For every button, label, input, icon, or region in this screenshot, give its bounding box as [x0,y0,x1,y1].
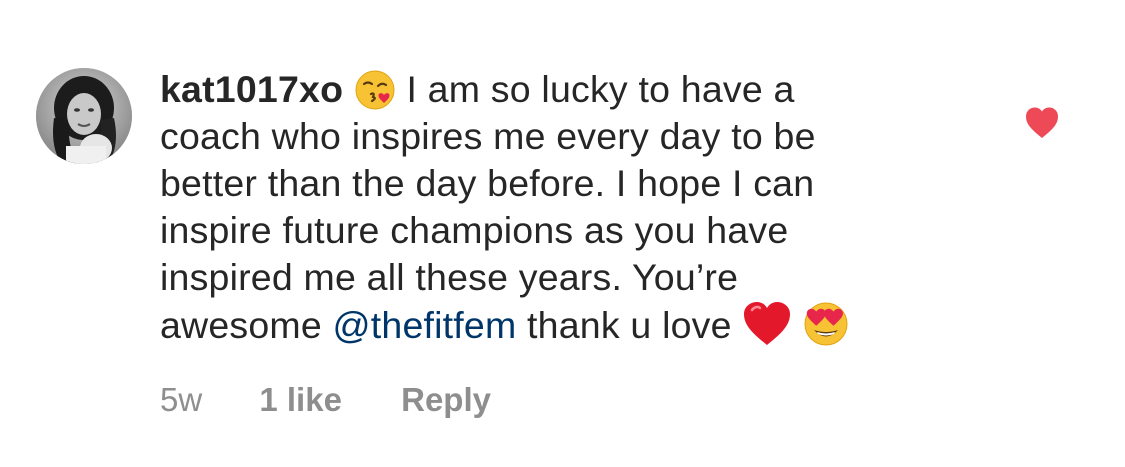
heart-eyes-icon [803,301,849,347]
comment-text: kat1017xo I am so lucky to have a coach … [160,66,990,349]
red-heart-icon [742,301,792,347]
comment-line-2: coach who inspires me every day to be [160,115,816,157]
heart-icon [1026,107,1058,138]
comment-meta: 5w 1 like Reply [160,380,491,420]
avatar[interactable] [36,68,132,164]
comment-text-segment: awesome [160,304,322,346]
comment-text-segment: thank u love [527,304,732,346]
comment: kat1017xo I am so lucky to have a coach … [0,0,1125,467]
comment-likes-count[interactable]: 1 like [259,380,342,420]
comment-line-5: inspired me all these years. You’re [160,256,739,298]
comment-line-1: kat1017xo I am so lucky to have a [160,66,990,113]
comment-line-4: inspire future champions as you have [160,209,789,251]
face-blowing-a-kiss-icon [354,69,396,111]
comment-line-3: better than the day before. I hope I can [160,162,815,204]
comment-text-line: I am so lucky to have a [406,68,795,110]
avatar-photo [36,68,132,164]
comment-time: 5w [160,381,203,418]
mention-link[interactable]: @thefitfem [333,304,517,346]
reply-button[interactable]: Reply [401,380,491,420]
comment-line-6: awesome @thefitfem thank u love [160,301,990,349]
like-button[interactable] [1024,106,1060,140]
comment-username[interactable]: kat1017xo [160,68,343,110]
